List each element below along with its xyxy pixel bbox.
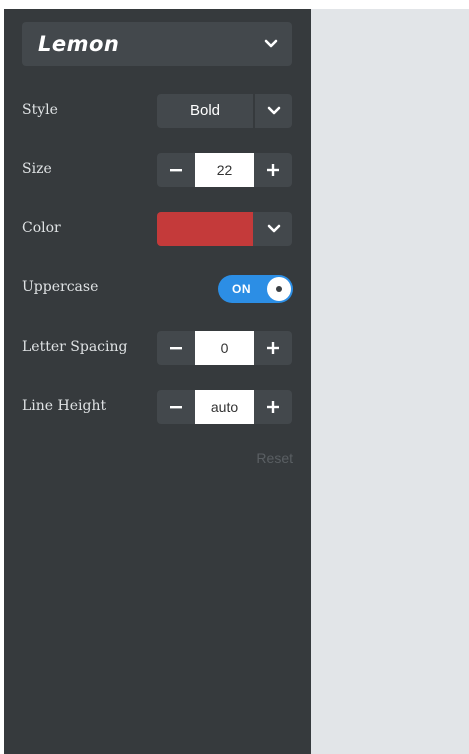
toggle-knob — [267, 277, 291, 301]
size-stepper — [157, 153, 292, 187]
size-increase-button[interactable] — [254, 153, 292, 187]
color-dropdown-toggle[interactable] — [255, 212, 292, 246]
color-swatch[interactable] — [157, 212, 253, 246]
color-label: Color — [22, 220, 61, 236]
size-decrease-button[interactable] — [157, 153, 195, 187]
uppercase-toggle[interactable]: ON — [218, 275, 293, 303]
plus-icon — [267, 164, 279, 176]
uppercase-label: Uppercase — [22, 279, 99, 295]
style-value: Bold — [189, 102, 221, 119]
color-picker[interactable] — [157, 212, 292, 246]
style-label: Style — [22, 102, 58, 118]
size-input[interactable] — [195, 153, 254, 187]
style-row: Style Bold — [22, 94, 292, 128]
font-family-value: Lemon — [38, 32, 120, 56]
color-row: Color — [22, 212, 292, 246]
font-family-select[interactable]: Lemon — [22, 22, 292, 66]
chevron-down-icon — [267, 106, 280, 115]
letter-spacing-label: Letter Spacing — [22, 339, 128, 355]
plus-icon — [267, 342, 279, 354]
text-settings-panel: Lemon Style Bold Size 22 Color Uppercase… — [4, 9, 311, 754]
chevron-down-icon — [264, 39, 278, 48]
plus-icon — [267, 401, 279, 413]
style-dropdown[interactable]: Bold — [157, 94, 292, 128]
toggle-state: ON — [232, 282, 251, 296]
reset-link[interactable]: Reset — [248, 450, 293, 466]
chevron-down-icon — [267, 224, 280, 233]
minus-icon — [170, 406, 182, 409]
line-height-input[interactable] — [195, 390, 254, 424]
letter-spacing-input[interactable] — [195, 331, 254, 365]
line-height-stepper — [157, 390, 292, 424]
letter-spacing-row: Letter Spacing — [22, 331, 292, 365]
line-height-increase-button[interactable] — [254, 390, 292, 424]
line-height-decrease-button[interactable] — [157, 390, 195, 424]
letter-spacing-decrease-button[interactable] — [157, 331, 195, 365]
minus-icon — [170, 347, 182, 350]
letter-spacing-increase-button[interactable] — [254, 331, 292, 365]
size-row: Size — [22, 153, 292, 187]
style-dropdown-toggle[interactable] — [255, 94, 292, 128]
uppercase-row: Uppercase ON — [22, 271, 293, 305]
line-height-row: Line Height — [22, 390, 292, 424]
minus-icon — [170, 169, 182, 172]
size-label: Size — [22, 161, 52, 177]
line-height-label: Line Height — [22, 398, 107, 414]
letter-spacing-stepper — [157, 331, 292, 365]
